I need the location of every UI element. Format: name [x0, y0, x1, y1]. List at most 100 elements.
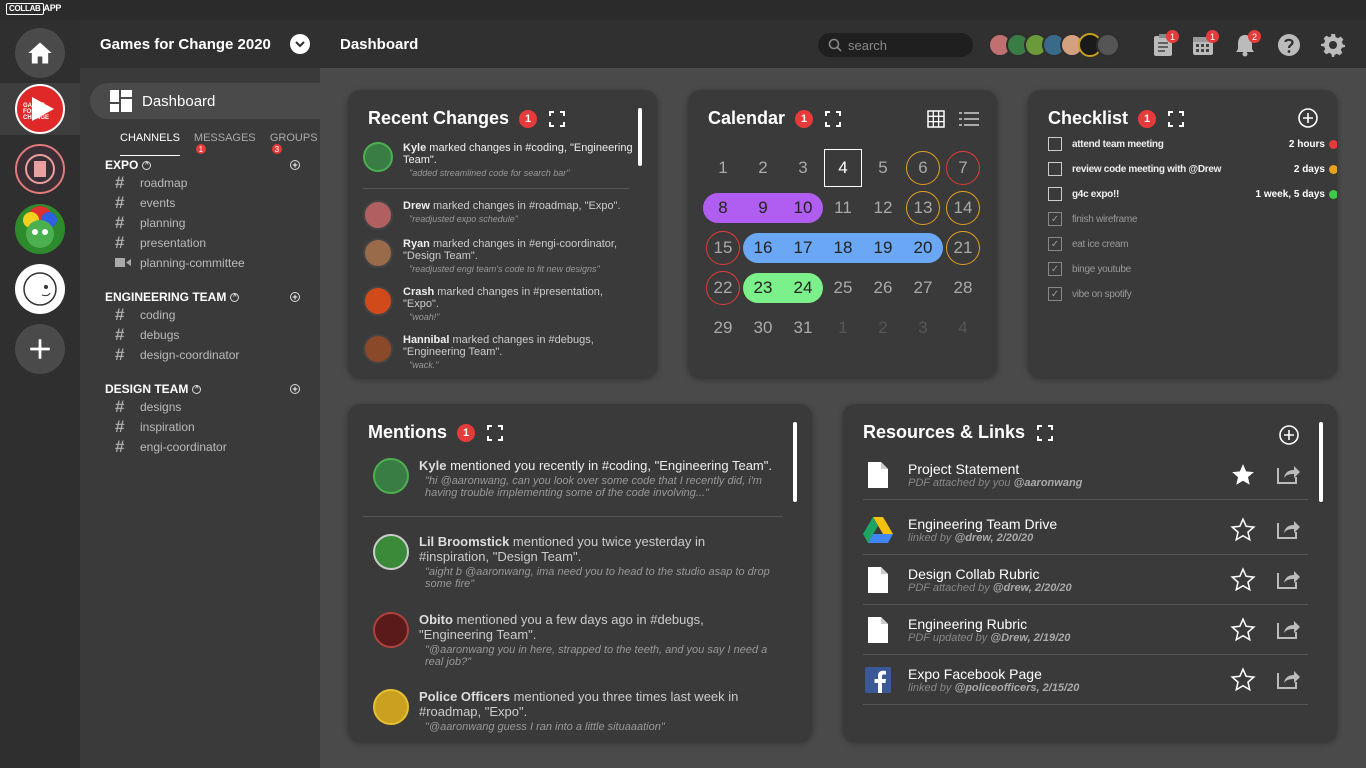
channel-item[interactable]: planning-committee	[105, 253, 315, 273]
search-input[interactable]: search	[818, 33, 973, 57]
project-4[interactable]	[15, 264, 65, 314]
add-channel-icon[interactable]: +	[290, 384, 300, 394]
project-dropdown-button[interactable]	[290, 34, 310, 54]
list-view-icon[interactable]	[959, 111, 979, 127]
calendar-day[interactable]: 24	[783, 268, 823, 308]
project-games-for-change[interactable]: GAMES FOR CHANGE	[15, 84, 65, 134]
collapse-icon[interactable]: ^	[142, 160, 152, 170]
share-icon[interactable]	[1275, 617, 1301, 641]
share-icon[interactable]	[1275, 517, 1301, 541]
calendar-day[interactable]: 15	[706, 231, 740, 265]
help-button[interactable]	[1276, 32, 1302, 58]
calendar-day[interactable]: 28	[943, 268, 983, 308]
calendar-day[interactable]: 7	[946, 151, 980, 185]
scrollbar[interactable]	[1319, 422, 1323, 502]
calendar-day[interactable]: 3	[783, 148, 823, 188]
calendar-day[interactable]: 1	[703, 148, 743, 188]
resource-item[interactable]: Design Collab Rubric PDF attached by @dre…	[863, 555, 1308, 605]
calendar-day[interactable]: 19	[863, 228, 903, 268]
channel-item[interactable]: # planning	[105, 213, 315, 233]
tab-groups[interactable]: GROUPS3	[270, 132, 320, 156]
calendar-day[interactable]: 26	[863, 268, 903, 308]
checklist-item-done[interactable]: ✓ vibe on spotify	[1048, 287, 1337, 301]
resource-item[interactable]: Engineering Team Drive linked by @drew, 2…	[863, 505, 1308, 555]
checklist-item[interactable]: review code meeting with @Drew 2 days	[1048, 162, 1337, 176]
mention-item[interactable]: Lil Broomstick mentioned you twice yeste…	[373, 534, 773, 590]
calendar-day[interactable]: 30	[743, 308, 783, 348]
list-item[interactable]: Kyle marked changes in #coding, "Enginee…	[363, 142, 633, 178]
calendar-day[interactable]: 22	[706, 271, 740, 305]
checkbox[interactable]	[1048, 187, 1062, 201]
checklist-item[interactable]: g4c expo!! 1 week, 5 days	[1048, 187, 1337, 201]
mention-item[interactable]: Obito mentioned you a few days ago in #d…	[373, 612, 773, 668]
add-task-icon[interactable]	[1298, 108, 1318, 128]
calendar-day-today[interactable]: 4	[824, 149, 862, 187]
add-channel-icon[interactable]: +	[290, 292, 300, 302]
calendar-day[interactable]: 6	[906, 151, 940, 185]
collapse-icon[interactable]: ^	[192, 384, 202, 394]
add-channel-icon[interactable]: +	[290, 160, 300, 170]
group-title[interactable]: ENGINEERING TEAM ^ +	[105, 289, 315, 305]
calendar-day[interactable]: 14	[946, 191, 980, 225]
checkbox-checked[interactable]: ✓	[1048, 237, 1062, 251]
calendar-day-next-month[interactable]: 1	[823, 308, 863, 348]
mention-item[interactable]: Kyle mentioned you recently in #coding, …	[373, 458, 773, 499]
calendar-day[interactable]: 12	[863, 188, 903, 228]
calendar-day[interactable]: 2	[743, 148, 783, 188]
star-outline-icon[interactable]	[1230, 617, 1256, 643]
channel-item[interactable]: # design-coordinator	[105, 345, 315, 365]
mention-item[interactable]: Police Officers mentioned you three time…	[373, 689, 773, 733]
scrollbar[interactable]	[638, 108, 642, 166]
add-project-button[interactable]	[15, 324, 65, 374]
checkbox-checked[interactable]: ✓	[1048, 212, 1062, 226]
share-icon[interactable]	[1275, 667, 1301, 691]
calendar-day[interactable]: 5	[863, 148, 903, 188]
checklist-item-done[interactable]: ✓ finish wireframe	[1048, 212, 1337, 226]
calendar-day[interactable]: 17	[783, 228, 823, 268]
channel-item[interactable]: # designs	[105, 397, 315, 417]
project-3[interactable]	[15, 204, 65, 254]
settings-button[interactable]	[1320, 32, 1346, 58]
calendar-day-next-month[interactable]: 2	[863, 308, 903, 348]
home-button[interactable]	[15, 28, 65, 78]
calendar-day-next-month[interactable]: 4	[943, 308, 983, 348]
calendar-day[interactable]: 21	[946, 231, 980, 265]
calendar-day[interactable]: 27	[903, 268, 943, 308]
calendar-day[interactable]: 16	[743, 228, 783, 268]
share-icon[interactable]	[1275, 567, 1301, 591]
calendar-day[interactable]: 29	[703, 308, 743, 348]
checklist-item-done[interactable]: ✓ eat ice cream	[1048, 237, 1337, 251]
checkbox-checked[interactable]: ✓	[1048, 287, 1062, 301]
list-item[interactable]: Drew marked changes in #roadmap, "Expo".…	[363, 200, 633, 230]
expand-icon[interactable]	[487, 424, 503, 441]
calendar-day-next-month[interactable]: 3	[903, 308, 943, 348]
sidebar-item-dashboard[interactable]: Dashboard	[90, 83, 320, 119]
project-2[interactable]	[15, 144, 65, 194]
star-outline-icon[interactable]	[1230, 567, 1256, 593]
expand-icon[interactable]	[549, 110, 566, 127]
checkbox[interactable]	[1048, 162, 1062, 176]
checklist-item[interactable]: attend team meeting 2 hours	[1048, 137, 1337, 151]
resource-item[interactable]: Expo Facebook Page linked by @policeoffic…	[863, 655, 1308, 705]
resource-item[interactable]: Engineering Rubric PDF updated by @Drew, …	[863, 605, 1308, 655]
share-icon[interactable]	[1275, 462, 1301, 486]
star-outline-icon[interactable]	[1230, 667, 1256, 693]
calendar-day[interactable]: 9	[743, 188, 783, 228]
channel-item[interactable]: # debugs	[105, 325, 315, 345]
notifications-button[interactable]: 2	[1232, 30, 1261, 58]
calendar-day[interactable]: 13	[906, 191, 940, 225]
checkbox[interactable]	[1048, 137, 1062, 151]
calendar-day[interactable]: 23	[743, 268, 783, 308]
group-title[interactable]: DESIGN TEAM ^ +	[105, 381, 315, 397]
expand-icon[interactable]	[1037, 424, 1054, 441]
calendar-day[interactable]: 20	[903, 228, 943, 268]
list-item[interactable]: Ryan marked changes in #engi-coordinator…	[363, 238, 633, 274]
checkbox-checked[interactable]: ✓	[1048, 262, 1062, 276]
scrollbar[interactable]	[793, 422, 797, 502]
collapse-icon[interactable]: ^	[230, 292, 240, 302]
expand-icon[interactable]	[1168, 110, 1185, 127]
list-item[interactable]: Hannibal marked changes in #debugs, "Eng…	[363, 334, 633, 370]
channel-item[interactable]: # coding	[105, 305, 315, 325]
channel-item[interactable]: # events	[105, 193, 315, 213]
resource-item[interactable]: Project Statement PDF attached by you @aa…	[863, 450, 1308, 500]
